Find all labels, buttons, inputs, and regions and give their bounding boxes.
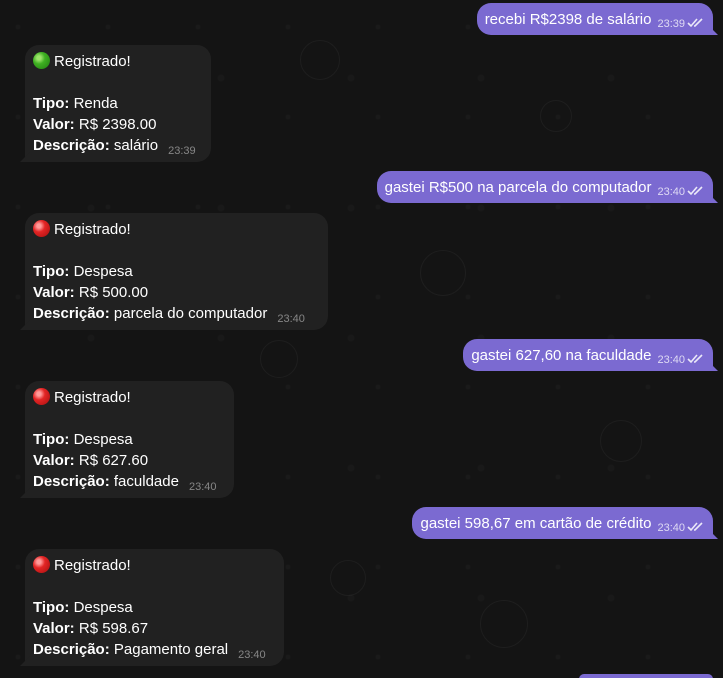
tipo-value: Despesa <box>73 599 133 616</box>
message-time: 23:40 <box>238 649 266 661</box>
message-time: 23:40 <box>657 354 685 366</box>
descricao-label: Descrição: <box>33 137 110 154</box>
outgoing-message[interactable]: recebi R$2398 de salário 23:39 <box>476 3 718 35</box>
message-text: gastei R$500 na parcela do computador <box>384 179 652 196</box>
descricao-value: faculdade <box>113 473 179 490</box>
background-doodle <box>330 560 366 596</box>
outgoing-message[interactable]: gastei 598,67 em cartão de crédito 23:40 <box>412 507 718 539</box>
outgoing-message[interactable]: gastei R$500 na parcela do computador 23:… <box>376 171 718 203</box>
background-doodle <box>420 250 466 296</box>
bubble-tail <box>20 152 30 162</box>
descricao-label: Descrição: <box>33 473 110 490</box>
red-circle-icon <box>33 220 50 237</box>
background-doodle <box>480 600 528 648</box>
red-circle-icon <box>33 388 50 405</box>
tipo-value: Despesa <box>73 431 133 448</box>
tipo-label: Tipo: <box>33 599 70 616</box>
message-time: 23:39 <box>657 18 685 30</box>
outgoing-message-partial[interactable] <box>579 674 713 678</box>
descricao-label: Descrição: <box>33 641 110 658</box>
tipo-label: Tipo: <box>33 263 70 280</box>
tipo-value: Renda <box>73 95 118 112</box>
incoming-message[interactable]: Registrado! Tipo: Renda Valor: R$ 2398.0… <box>20 45 211 162</box>
valor-label: Valor: <box>33 116 75 133</box>
valor-value: R$ 2398.00 <box>78 116 157 133</box>
message-time: 23:40 <box>657 522 685 534</box>
bubble-tail <box>708 361 718 371</box>
bubble-tail <box>708 193 718 203</box>
incoming-message[interactable]: Registrado! Tipo: Despesa Valor: R$ 598.… <box>20 549 284 666</box>
message-time: 23:40 <box>657 186 685 198</box>
incoming-message[interactable]: Registrado! Tipo: Despesa Valor: R$ 627.… <box>20 381 234 498</box>
double-check-icon <box>687 349 705 370</box>
double-check-icon <box>687 13 705 34</box>
double-check-icon <box>687 517 705 538</box>
message-header: Registrado! <box>54 389 131 406</box>
valor-label: Valor: <box>33 284 75 301</box>
tipo-label: Tipo: <box>33 95 70 112</box>
valor-value: R$ 598.67 <box>78 620 149 637</box>
message-time: 23:39 <box>168 145 196 157</box>
red-circle-icon <box>33 556 50 573</box>
outgoing-message[interactable]: gastei 627,60 na faculdade 23:40 <box>463 339 718 371</box>
message-text: recebi R$2398 de salário <box>484 11 652 28</box>
message-time: 23:40 <box>277 313 305 325</box>
background-doodle <box>260 340 298 378</box>
descricao-value: Pagamento geral <box>113 641 229 658</box>
chat-area[interactable]: recebi R$2398 de salário 23:39 Registrado… <box>0 0 723 678</box>
valor-label: Valor: <box>33 620 75 637</box>
valor-value: R$ 627.60 <box>78 452 149 469</box>
valor-value: R$ 500.00 <box>78 284 149 301</box>
tipo-value: Despesa <box>73 263 133 280</box>
bubble-tail <box>20 488 30 498</box>
message-header: Registrado! <box>54 557 131 574</box>
background-doodle <box>600 420 642 462</box>
double-check-icon <box>687 181 705 202</box>
bubble-tail <box>20 656 30 666</box>
background-doodle <box>300 40 340 80</box>
green-circle-icon <box>33 52 50 69</box>
bubble-tail <box>20 320 30 330</box>
background-doodle <box>540 100 572 132</box>
bubble-tail <box>708 529 718 539</box>
descricao-label: Descrição: <box>33 305 110 322</box>
message-header: Registrado! <box>54 221 131 238</box>
descricao-value: parcela do computador <box>113 305 268 322</box>
message-time: 23:40 <box>188 481 217 493</box>
tipo-label: Tipo: <box>33 431 70 448</box>
message-text: gastei 598,67 em cartão de crédito <box>420 515 652 532</box>
message-text: gastei 627,60 na faculdade <box>471 347 652 364</box>
message-header: Registrado! <box>54 53 131 70</box>
valor-label: Valor: <box>33 452 75 469</box>
bubble-tail <box>708 25 718 35</box>
incoming-message[interactable]: Registrado! Tipo: Despesa Valor: R$ 500.… <box>20 213 328 330</box>
descricao-value: salário <box>113 137 159 154</box>
